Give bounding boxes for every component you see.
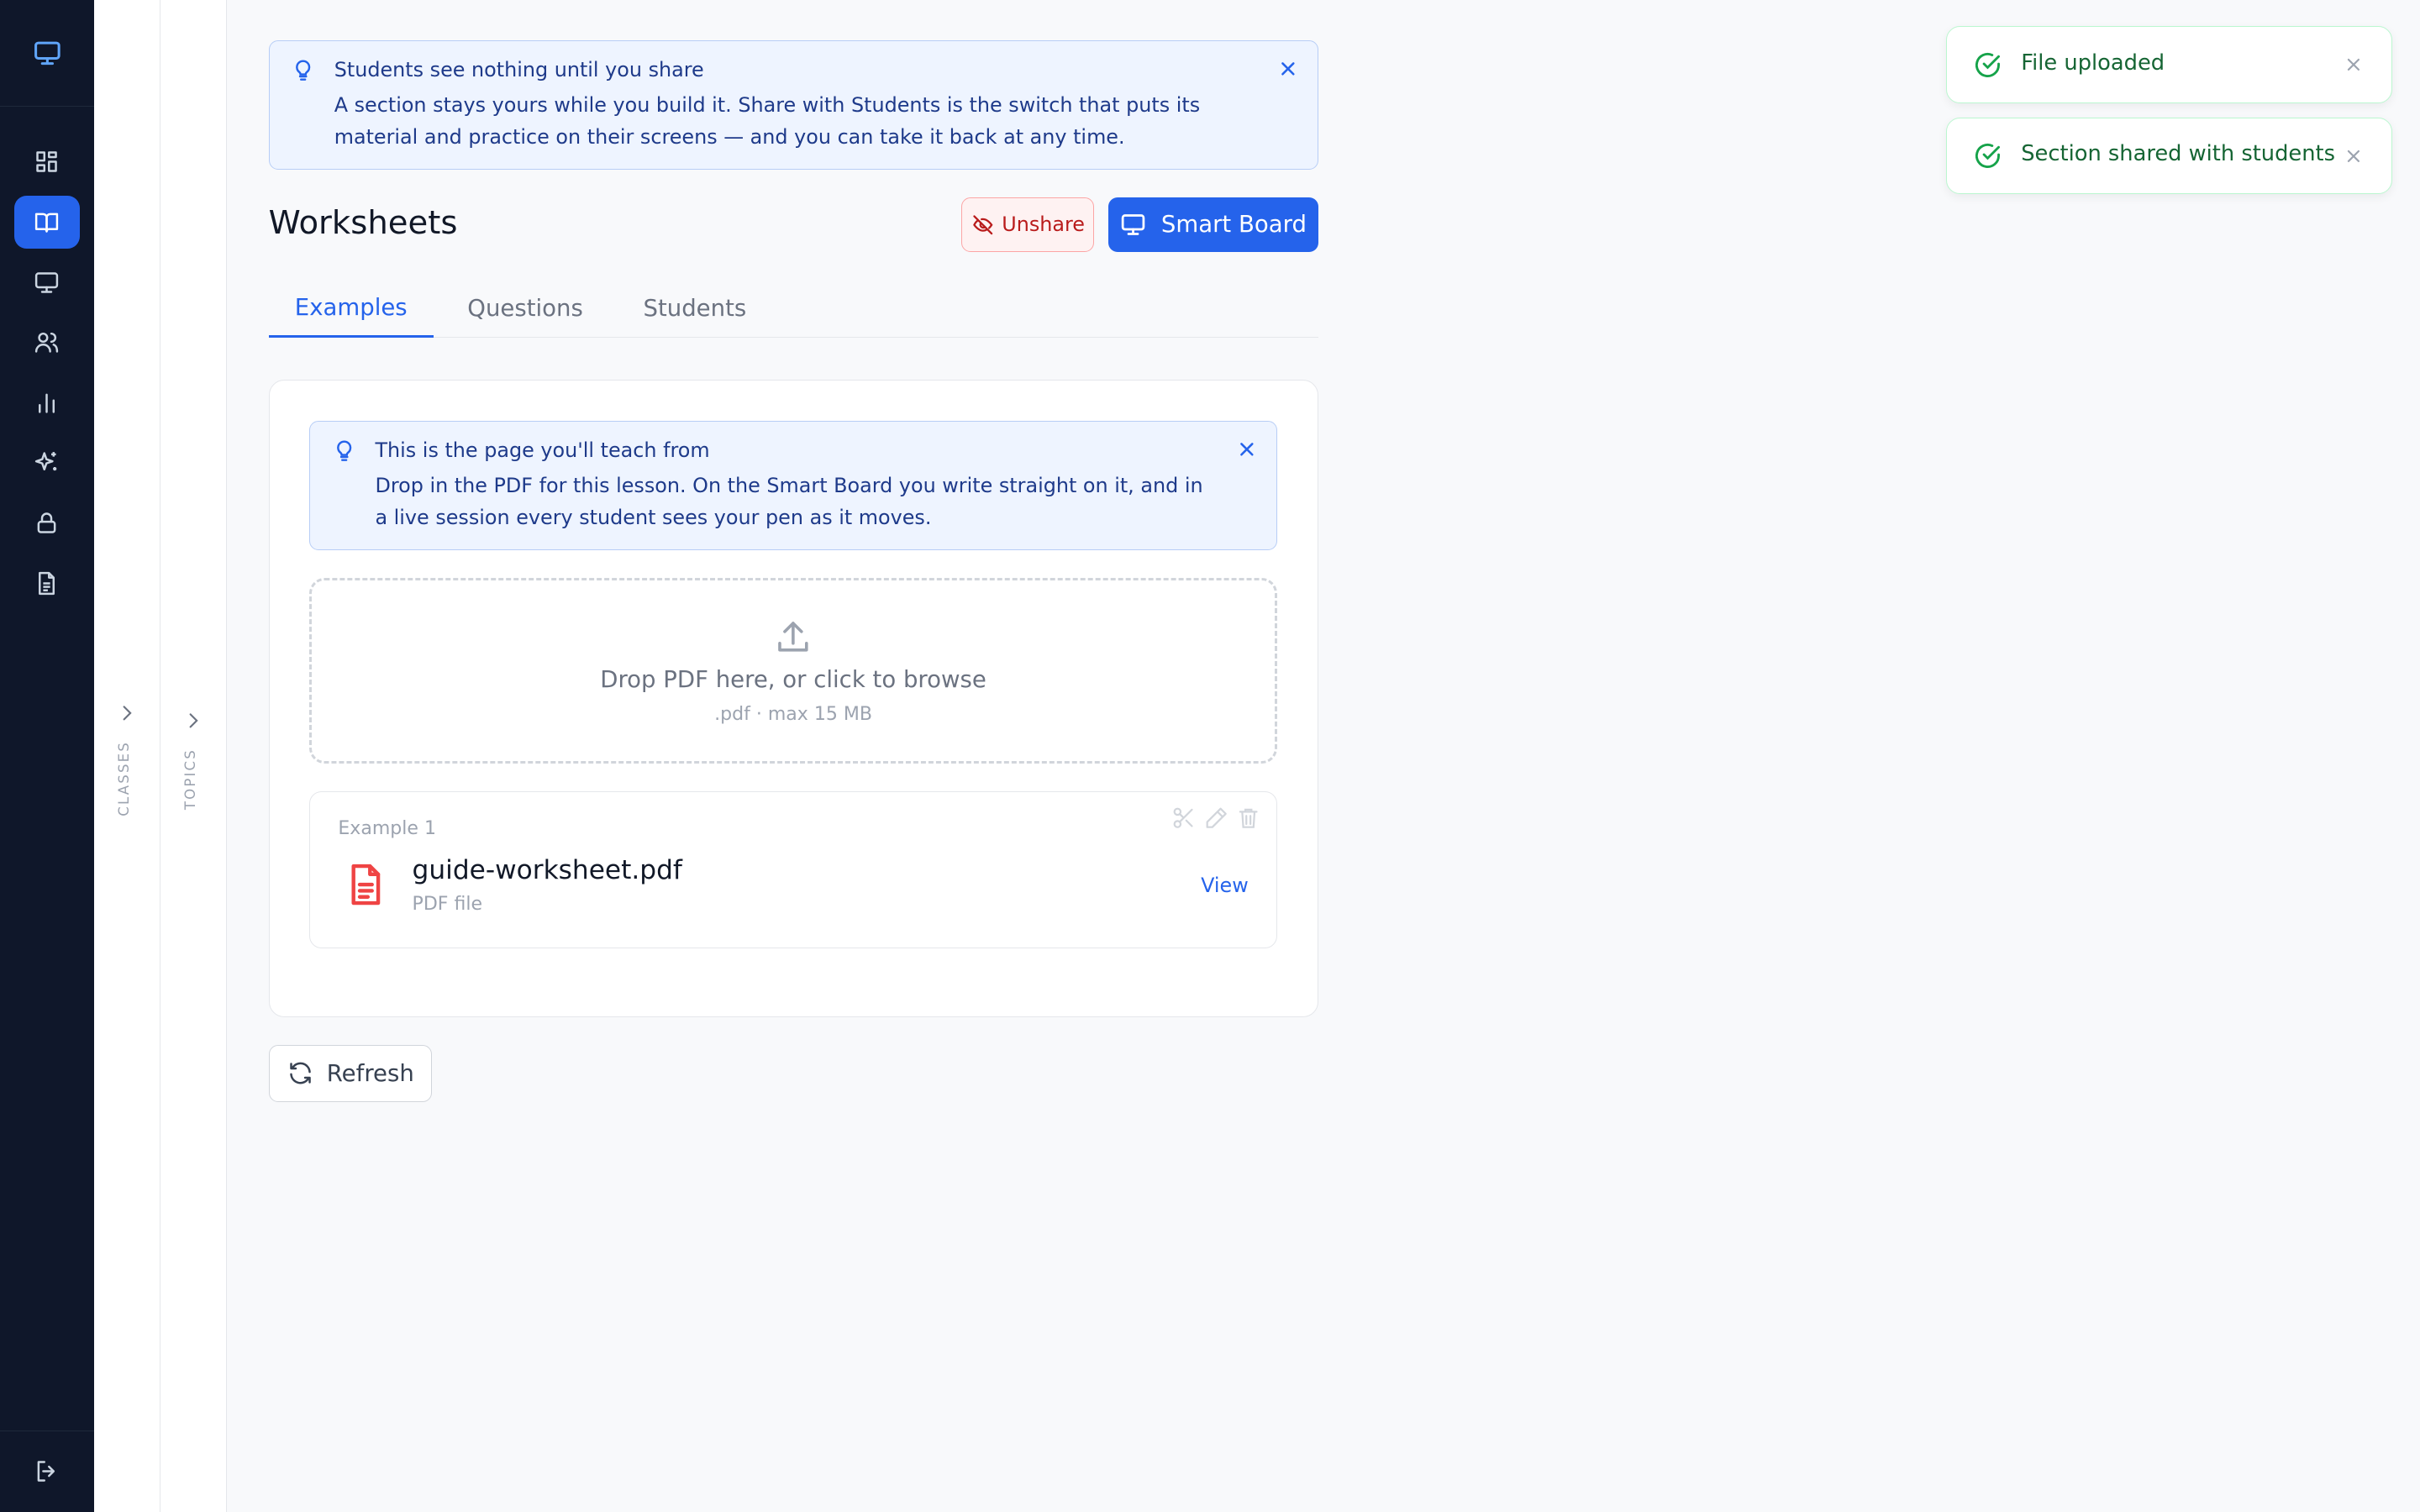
close-icon[interactable] <box>2344 55 2364 75</box>
nav-people[interactable] <box>14 317 81 369</box>
document-icon <box>39 571 55 595</box>
example-label: Example 1 <box>338 817 436 839</box>
topics-panel-label: TOPICS <box>182 748 198 810</box>
monitor-icon <box>1122 213 1145 235</box>
trash-icon[interactable] <box>1236 806 1260 830</box>
toast-file-uploaded: File uploaded <box>1946 26 2392 104</box>
section-header: Worksheets Unshare Smart Board <box>269 197 1318 253</box>
unshare-button[interactable]: Unshare <box>961 197 1095 252</box>
eye-off-icon <box>972 214 992 234</box>
lightbulb-icon <box>296 60 311 81</box>
chevron-right-icon[interactable] <box>116 702 138 724</box>
file-type: PDF file <box>412 893 483 915</box>
unshare-label: Unshare <box>1002 213 1085 237</box>
nav-security[interactable] <box>14 496 81 549</box>
lightbulb-icon <box>337 440 352 461</box>
check-circle-icon <box>1975 144 2001 169</box>
bar-chart-icon <box>39 393 55 413</box>
close-icon[interactable] <box>2344 146 2364 166</box>
nav-documents[interactable] <box>14 557 81 609</box>
smart-board-button[interactable]: Smart Board <box>1107 197 1318 252</box>
dropzone-hint: .pdf · max 15 MB <box>714 703 872 725</box>
sparkles-icon <box>35 452 57 471</box>
app-rail <box>0 0 95 1512</box>
nav-ai[interactable] <box>14 437 81 489</box>
app-logo[interactable] <box>0 0 95 107</box>
main-content: Students see nothing until you share A s… <box>268 39 1318 1102</box>
refresh-icon <box>290 1062 311 1084</box>
pdf-file-icon <box>351 864 381 906</box>
page-title: Worksheets <box>268 203 458 242</box>
dropzone-label: Drop PDF here, or click to browse <box>600 665 986 693</box>
chevron-right-icon[interactable] <box>182 710 204 732</box>
share-tip-banner: Students see nothing until you share A s… <box>268 39 1318 171</box>
nav-dashboard[interactable] <box>14 136 81 188</box>
lock-icon <box>38 512 56 533</box>
monitor-icon <box>35 271 59 293</box>
tab-questions[interactable]: Questions <box>441 280 609 339</box>
users-icon <box>35 333 59 353</box>
view-file-link[interactable]: View <box>1201 874 1249 897</box>
logout-button[interactable] <box>0 1430 95 1512</box>
teach-tip-banner: This is the page you'll teach from Drop … <box>309 420 1277 551</box>
pdf-dropzone[interactable]: Drop PDF here, or click to browse .pdf ·… <box>309 578 1277 764</box>
file-name: guide-worksheet.pdf <box>412 854 682 885</box>
dashboard-icon <box>36 151 58 173</box>
toast-section-shared: Section shared with students <box>1946 117 2392 195</box>
teach-tip-body: Drop in the PDF for this lesson. On the … <box>375 473 1203 530</box>
logout-icon <box>38 1461 55 1483</box>
share-tip-body: A section stays yours while you build it… <box>334 92 1201 150</box>
teach-tip-title: This is the page you'll teach from <box>375 438 710 463</box>
nav-courses[interactable] <box>13 196 81 249</box>
refresh-button[interactable]: Refresh <box>268 1044 433 1102</box>
classes-panel-collapsed[interactable]: CLASSES <box>94 0 160 1512</box>
examples-card: This is the page you'll teach from Drop … <box>268 379 1318 1017</box>
classes-panel-label: CLASSES <box>115 740 132 816</box>
tab-students[interactable]: Students <box>617 280 772 339</box>
nav-smartboard[interactable] <box>14 256 81 308</box>
share-tip-title: Students see nothing until you share <box>334 58 704 82</box>
topics-panel-collapsed[interactable]: TOPICS <box>160 0 227 1512</box>
close-icon[interactable] <box>1236 438 1258 460</box>
close-icon[interactable] <box>1277 58 1299 80</box>
example-file-card: Example 1 guide-worksheet.pdf PDF file V… <box>309 790 1277 948</box>
toast-message: Section shared with students <box>2021 141 2335 167</box>
file-actions <box>1171 806 1260 830</box>
nav-analytics[interactable] <box>14 376 81 428</box>
toast-message: File uploaded <box>2021 50 2165 76</box>
scissors-icon[interactable] <box>1171 806 1196 830</box>
smart-board-label: Smart Board <box>1160 211 1307 239</box>
tab-examples[interactable]: Examples <box>268 280 434 339</box>
pencil-icon[interactable] <box>1204 806 1228 830</box>
check-circle-icon <box>1975 52 2001 77</box>
upload-icon <box>778 622 808 652</box>
refresh-label: Refresh <box>326 1059 414 1087</box>
monitor-icon <box>34 41 60 65</box>
book-open-icon <box>35 213 59 233</box>
section-tabs: Examples Questions Students <box>268 280 1318 339</box>
